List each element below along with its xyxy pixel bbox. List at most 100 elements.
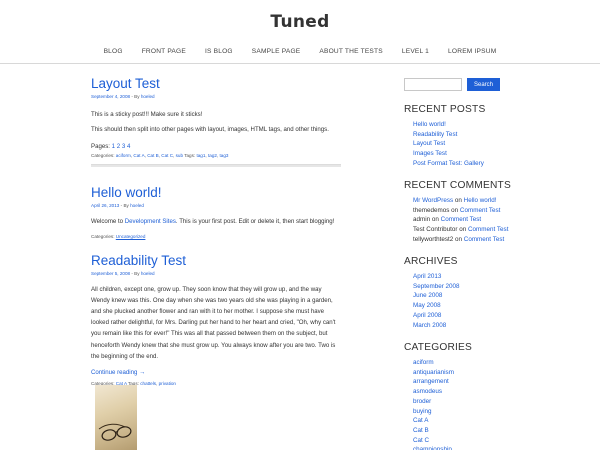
category-link[interactable]: Cat A: [133, 153, 144, 158]
page-link[interactable]: 3: [122, 143, 125, 150]
post-thumbnail-image[interactable]: [95, 385, 137, 450]
post-categories: Categories: aciform, Cat A, Cat B, Cat C…: [91, 153, 229, 159]
post-paragraph: This is a sticky post!!! Make sure it st…: [91, 111, 203, 118]
recent-posts-list: Hello world! Readability Test Layout Tes…: [413, 120, 484, 169]
sticky-separator: [91, 164, 341, 168]
tag-link[interactable]: tag3: [220, 153, 229, 158]
categories-label: Categories:: [91, 233, 116, 239]
category-link[interactable]: Cat A: [413, 417, 428, 424]
tag-link[interactable]: tag2: [208, 153, 217, 158]
nav-item-about-the-tests[interactable]: ABOUT THE TESTS: [319, 48, 382, 55]
widget-title-categories: CATEGORIES: [404, 342, 473, 353]
category-link[interactable]: broder: [413, 398, 431, 405]
categories-label: Categories:: [91, 153, 116, 159]
post-hello-world: Hello world! April 26, 2013 - By hoeled …: [91, 185, 341, 238]
archive-link[interactable]: September 2008: [413, 283, 460, 290]
nav-item-is-blog[interactable]: IS BLOG: [205, 48, 233, 55]
post-body: All children, except one, grow up. They …: [91, 285, 336, 360]
page-link[interactable]: 2: [117, 143, 120, 150]
comment-author: Test Contributor: [413, 226, 458, 234]
post-date[interactable]: September 5, 2008: [91, 271, 130, 276]
category-link[interactable]: Cat B: [147, 153, 159, 158]
recent-post-link[interactable]: Layout Test: [413, 140, 445, 147]
widget-title-recent-posts: RECENT POSTS: [404, 104, 486, 115]
post-pagination: Pages: 1 2 3 4: [91, 143, 341, 150]
category-link[interactable]: aciform: [413, 359, 434, 366]
pages-label: Pages:: [91, 143, 112, 151]
recent-post-link[interactable]: Images Test: [413, 150, 447, 157]
tag-link[interactable]: privation: [159, 381, 176, 386]
post-meta: September 5, 2008 - By hoeled: [91, 271, 341, 276]
tag-link[interactable]: tag1: [196, 153, 205, 158]
category-link[interactable]: championship: [413, 446, 452, 450]
archives-list: April 2013 September 2008 June 2008 May …: [413, 272, 460, 330]
category-link[interactable]: aciform: [116, 153, 131, 158]
recent-post-link[interactable]: Readability Test: [413, 131, 457, 138]
post-date[interactable]: April 26, 2013: [91, 203, 119, 208]
recent-comment-item: tellyworthtest2 on Comment Test: [413, 235, 508, 245]
post-readability-test: Readability Test September 5, 2008 - By …: [91, 253, 341, 387]
category-link[interactable]: antiquarianism: [413, 369, 454, 376]
category-link[interactable]: arrangement: [413, 378, 449, 385]
recent-post-link[interactable]: Hello world!: [413, 121, 446, 128]
category-link[interactable]: sub: [176, 153, 183, 158]
recent-comment-item: Test Contributor on Comment Test: [413, 225, 508, 235]
post-author[interactable]: hoeled: [141, 94, 155, 99]
post-meta: September 4, 2008 - By hoeled: [91, 94, 341, 99]
categories-list: aciform antiquarianism arrangement asmod…: [413, 358, 454, 450]
page-link[interactable]: 1: [112, 143, 115, 150]
search-button[interactable]: Search: [467, 78, 500, 91]
nav-item-sample-page[interactable]: SAMPLE PAGE: [252, 48, 301, 55]
comment-on-label: on: [449, 206, 460, 214]
category-link[interactable]: Cat C: [161, 153, 173, 158]
category-link[interactable]: Uncategorized: [116, 234, 146, 239]
archive-link[interactable]: May 2008: [413, 302, 441, 309]
archive-link[interactable]: June 2008: [413, 292, 442, 299]
post-by-label: - By: [130, 270, 141, 276]
comment-post-link[interactable]: Comment Test: [460, 207, 500, 214]
recent-comments-list: Mr WordPress on Hello world! themedemos …: [413, 196, 508, 245]
archive-link[interactable]: April 2008: [413, 312, 441, 319]
category-link[interactable]: buying: [413, 408, 432, 415]
comment-author-link[interactable]: Mr WordPress: [413, 197, 453, 204]
post-title[interactable]: Layout Test: [91, 76, 341, 92]
post-author[interactable]: hoeled: [141, 271, 155, 276]
nav-divider: [0, 63, 600, 64]
archive-link[interactable]: March 2008: [413, 322, 446, 329]
archive-link[interactable]: April 2013: [413, 273, 441, 280]
inline-link[interactable]: Development Sites: [125, 218, 176, 225]
nav-item-level-1[interactable]: LEVEL 1: [402, 48, 429, 55]
post-categories: Categories: Uncategorized: [91, 234, 341, 239]
post-author[interactable]: hoeled: [130, 203, 144, 208]
continue-reading-link[interactable]: Continue reading →: [91, 367, 341, 378]
glasses-icon: [98, 423, 132, 441]
site-title[interactable]: Tuned: [0, 12, 600, 32]
nav-item-blog[interactable]: BLOG: [104, 48, 123, 55]
recent-post-link[interactable]: Post Format Test: Gallery: [413, 160, 484, 167]
recent-comment-item: themedemos on Comment Test: [413, 206, 508, 216]
comment-post-link[interactable]: Comment Test: [441, 216, 481, 223]
category-link[interactable]: asmodeus: [413, 388, 442, 395]
comment-on-label: on: [453, 197, 464, 204]
category-link[interactable]: Cat C: [413, 437, 429, 444]
widget-title-archives: ARCHIVES: [404, 256, 458, 267]
recent-comment-item: Mr WordPress on Hello world!: [413, 196, 508, 206]
post-text: . This is your first post. Edit or delet…: [175, 218, 335, 226]
post-by-label: - By: [130, 94, 141, 99]
nav-item-front-page[interactable]: FRONT PAGE: [142, 48, 186, 55]
category-link[interactable]: Cat B: [413, 427, 429, 434]
comment-post-link[interactable]: Comment Test: [464, 236, 504, 243]
search-input[interactable]: [404, 78, 462, 91]
post-title[interactable]: Readability Test: [91, 253, 341, 269]
comment-on-label: on: [457, 226, 468, 234]
comment-post-link[interactable]: Hello world!: [464, 197, 497, 204]
nav-item-lorem-ipsum[interactable]: LOREM IPSUM: [448, 48, 496, 55]
post-meta: April 26, 2013 - By hoeled: [91, 203, 341, 208]
comment-post-link[interactable]: Comment Test: [468, 226, 508, 233]
post-date[interactable]: September 4, 2008: [91, 94, 130, 99]
page-link[interactable]: 4: [127, 143, 130, 150]
tag-link[interactable]: chattels: [140, 381, 156, 386]
comment-author: admin: [413, 216, 431, 224]
main-navigation: BLOG FRONT PAGE IS BLOG SAMPLE PAGE ABOUT TH…: [0, 48, 600, 64]
post-title[interactable]: Hello world!: [91, 185, 341, 201]
